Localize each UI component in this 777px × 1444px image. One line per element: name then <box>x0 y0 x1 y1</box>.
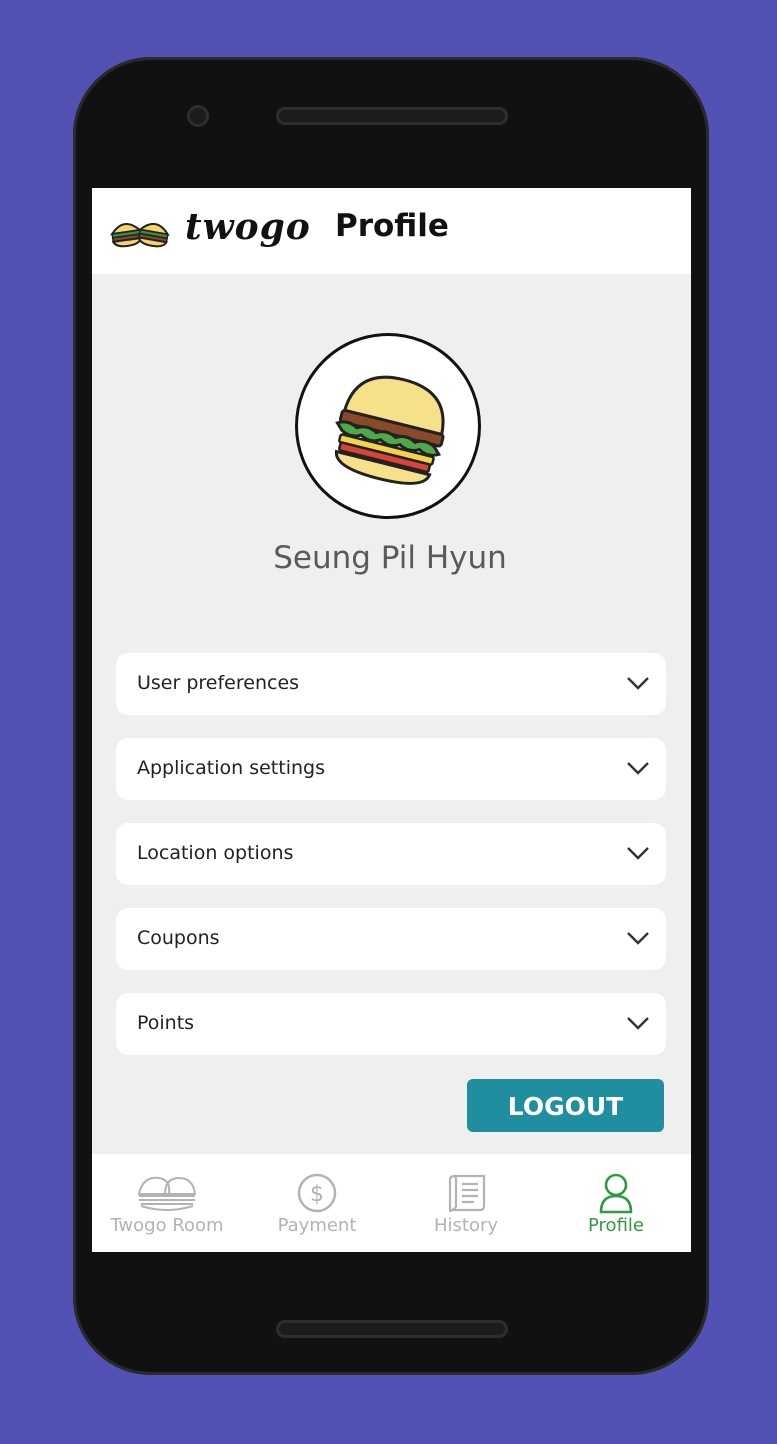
svg-text:$: $ <box>310 1182 324 1207</box>
scroll-icon <box>391 1172 541 1216</box>
nav-item-profile[interactable]: Profile <box>541 1154 691 1252</box>
nav-label: Payment <box>277 1215 357 1236</box>
page-title: Profile <box>335 208 449 244</box>
chevron-down-icon <box>626 675 650 695</box>
settings-item-application-settings[interactable]: Application settings <box>116 738 666 800</box>
user-name: Seung Pil Hyun <box>273 540 507 576</box>
twin-burger-icon <box>92 1172 242 1216</box>
bottom-speaker <box>276 1320 508 1338</box>
settings-item-label: Points <box>137 1012 195 1034</box>
app-header: twogo Profile <box>92 188 691 274</box>
twin-burger-icon <box>108 210 172 258</box>
bottom-nav: Twogo Room $ Payment History Profile <box>92 1154 691 1252</box>
front-camera <box>187 105 209 127</box>
settings-item-points[interactable]: Points <box>116 993 666 1055</box>
app-screen: twogo Profile Seung Pil Hyun User prefer… <box>92 188 691 1252</box>
app-logo-text: twogo <box>185 206 311 248</box>
avatar[interactable] <box>295 333 481 519</box>
earpiece-speaker <box>276 107 508 125</box>
chevron-down-icon <box>626 1015 650 1035</box>
settings-item-label: Location options <box>137 842 294 864</box>
chevron-down-icon <box>626 930 650 950</box>
nav-label: Profile <box>588 1215 644 1236</box>
nav-label: Twogo Room <box>110 1215 224 1236</box>
settings-item-user-preferences[interactable]: User preferences <box>116 653 666 715</box>
nav-label: History <box>433 1215 499 1236</box>
settings-item-coupons[interactable]: Coupons <box>116 908 666 970</box>
person-icon <box>541 1172 691 1216</box>
settings-item-label: Coupons <box>137 927 220 949</box>
dollar-icon: $ <box>242 1172 392 1216</box>
nav-item-history[interactable]: History <box>391 1154 541 1252</box>
settings-item-label: User preferences <box>137 672 300 694</box>
nav-item-twogo-room[interactable]: Twogo Room <box>92 1154 242 1252</box>
chevron-down-icon <box>626 845 650 865</box>
logout-button[interactable]: LOGOUT <box>467 1079 664 1132</box>
settings-list: User preferences Application settings Lo… <box>116 653 666 1078</box>
nav-item-payment[interactable]: $ Payment <box>242 1154 392 1252</box>
settings-item-location-options[interactable]: Location options <box>116 823 666 885</box>
settings-item-label: Application settings <box>137 757 325 779</box>
chevron-down-icon <box>626 760 650 780</box>
